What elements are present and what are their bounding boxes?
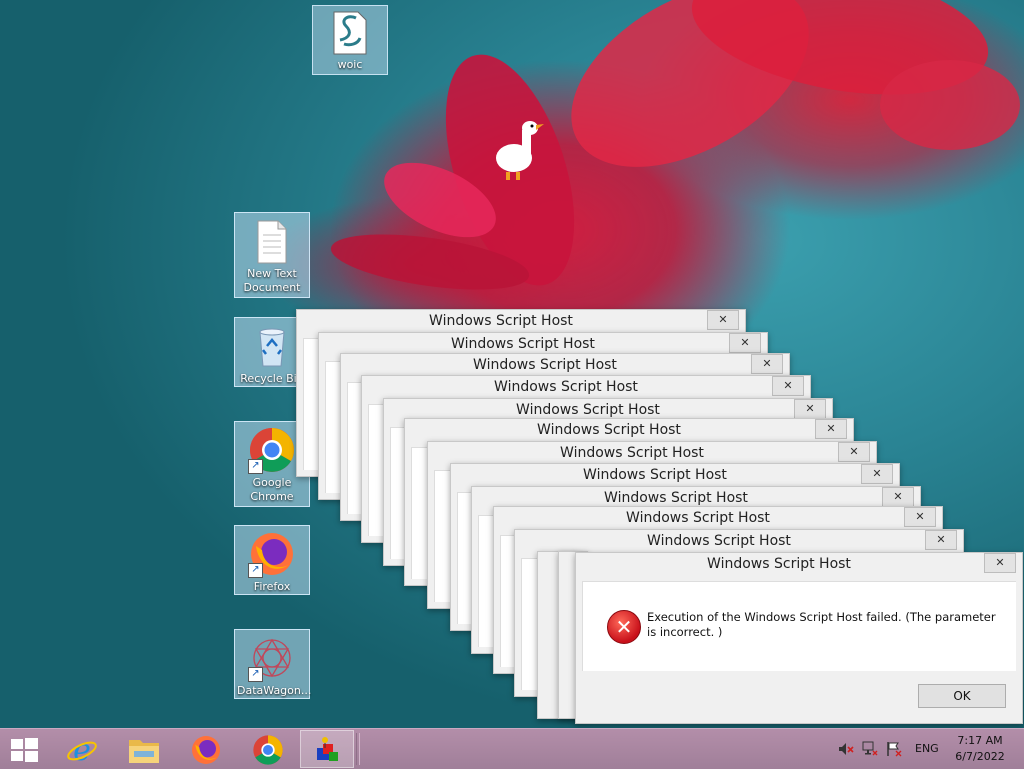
action-center-flag-icon[interactable]	[886, 741, 902, 757]
dialog-title: Windows Script Host	[604, 490, 748, 506]
windows-logo-icon	[11, 738, 38, 762]
dialog-title: Windows Script Host	[516, 402, 660, 418]
desktop-icon-firefox[interactable]: ↗ Firefox	[234, 525, 310, 595]
chrome-icon	[253, 735, 283, 765]
script-app-icon	[317, 737, 338, 761]
close-icon[interactable]: ✕	[794, 399, 826, 419]
clock-date[interactable]: 6/7/2022	[952, 750, 1008, 763]
taskbar-script-app[interactable]	[300, 730, 354, 768]
network-icon[interactable]	[862, 741, 878, 757]
close-icon[interactable]: ✕	[882, 487, 914, 507]
desktop-icon-label: woic	[337, 58, 363, 71]
wallpaper-petal	[880, 60, 1020, 150]
dialog-title: Windows Script Host	[626, 510, 770, 526]
dialog-title: Windows Script Host	[537, 422, 681, 438]
desktop-icon-label: Google Chrome	[250, 476, 294, 503]
dialog-title: Windows Script Host	[429, 313, 573, 329]
close-icon[interactable]: ✕	[904, 507, 936, 527]
firefox-icon: ↗	[248, 530, 296, 578]
chrome-icon: ↗	[248, 426, 296, 474]
clock-time[interactable]: 7:17 AM	[952, 734, 1008, 747]
desktop-icon-label: Firefox	[253, 580, 291, 593]
datawagon-icon: ↗	[248, 634, 296, 682]
close-icon[interactable]: ✕	[984, 553, 1016, 573]
text-file-icon	[248, 217, 296, 265]
shortcut-arrow-icon: ↗	[248, 667, 263, 682]
taskbar-firefox[interactable]	[178, 730, 234, 768]
taskbar: e ENG 7:17 AM 6/7/2022	[0, 728, 1024, 769]
wsh-error-dialog[interactable]: Windows Script Host ✕ ✕ Execution of the…	[575, 552, 1023, 724]
desktop-icon-datawagon[interactable]: ↗ DataWagon...	[234, 629, 312, 699]
internet-explorer-icon: e	[67, 734, 97, 766]
dialog-title: Windows Script Host	[583, 467, 727, 483]
shortcut-arrow-icon: ↗	[248, 563, 263, 578]
taskbar-chrome[interactable]	[240, 730, 296, 768]
ok-button[interactable]: OK	[918, 684, 1006, 708]
close-icon[interactable]: ✕	[861, 464, 893, 484]
close-icon[interactable]: ✕	[707, 310, 739, 330]
close-icon[interactable]: ✕	[838, 442, 870, 462]
system-tray: ENG 7:17 AM 6/7/2022	[834, 729, 1024, 769]
dialog-title: Windows Script Host	[494, 379, 638, 395]
close-icon[interactable]: ✕	[772, 376, 804, 396]
dialog-title: Windows Script Host	[451, 336, 595, 352]
shortcut-arrow-icon: ↗	[248, 459, 263, 474]
desktop-icon-woic[interactable]: woic	[312, 5, 388, 75]
script-file-icon	[330, 10, 370, 56]
start-button[interactable]	[0, 730, 50, 768]
desktop-icon-new-text-document[interactable]: New Text Document	[234, 212, 310, 298]
desktop-icon-label: DataWagon...	[237, 684, 312, 697]
dialog-title: Windows Script Host	[560, 445, 704, 461]
close-icon[interactable]: ✕	[925, 530, 957, 550]
desktop-icon-label: New Text Document	[243, 267, 301, 294]
dialog-title: Windows Script Host	[473, 357, 617, 373]
file-explorer-icon	[129, 740, 159, 763]
firefox-icon	[192, 736, 220, 764]
dialog-title: Windows Script Host	[647, 533, 791, 549]
taskbar-divider	[356, 733, 360, 765]
taskbar-internet-explorer[interactable]: e	[54, 730, 110, 768]
error-icon: ✕	[607, 610, 641, 644]
taskbar-file-explorer[interactable]	[116, 730, 172, 768]
desktop-goose-icon[interactable]	[492, 116, 548, 186]
close-icon[interactable]: ✕	[751, 354, 783, 374]
svg-text:e: e	[73, 734, 91, 766]
close-icon[interactable]: ✕	[729, 333, 761, 353]
recycle-bin-icon	[248, 322, 296, 370]
close-icon[interactable]: ✕	[815, 419, 847, 439]
dialog-body: ✕ Execution of the Windows Script Host f…	[582, 581, 1016, 671]
language-indicator[interactable]: ENG	[915, 742, 939, 755]
error-message: Execution of the Windows Script Host fai…	[647, 610, 996, 639]
volume-muted-icon[interactable]	[838, 741, 854, 757]
dialog-title: Windows Script Host	[707, 556, 851, 572]
